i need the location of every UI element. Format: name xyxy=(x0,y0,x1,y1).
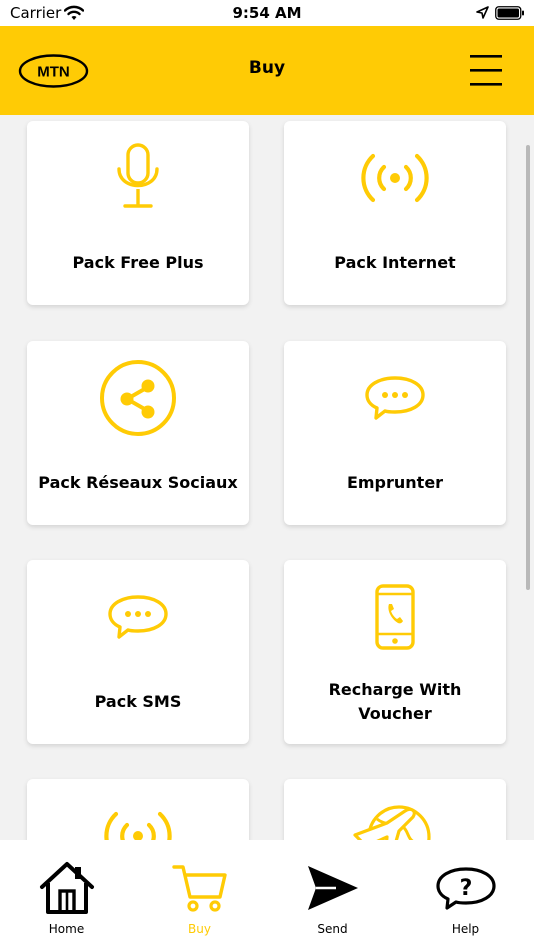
buy-options-grid[interactable]: Pack Free Plus Pack Internet Pack Réseau… xyxy=(0,115,534,840)
microphone-icon xyxy=(117,143,159,208)
travel-globe-icon xyxy=(353,805,431,840)
tab-label: Home xyxy=(48,922,85,936)
card-label-line-1: Recharge With xyxy=(328,680,462,699)
scrollbar[interactable] xyxy=(526,145,530,590)
tab-help[interactable]: ? Help xyxy=(399,840,532,950)
card-label: Pack Free Plus xyxy=(72,253,204,272)
card-emprunter[interactable]: Emprunter xyxy=(284,341,506,525)
tab-label: Buy xyxy=(188,922,211,936)
card-recharge-with-voucher[interactable]: Recharge With Voucher xyxy=(284,560,506,744)
broadcast-icon xyxy=(361,153,429,203)
card-label: Recharge With Voucher xyxy=(290,678,500,726)
status-bar: Carrier 9:54 AM xyxy=(0,0,534,26)
battery-icon xyxy=(495,6,524,20)
hamburger-menu-icon[interactable] xyxy=(468,52,504,88)
card-label: Pack Internet xyxy=(334,253,456,272)
card-pack-internet[interactable]: Pack Internet xyxy=(284,121,506,305)
chat-bubble-icon xyxy=(108,595,168,639)
card-pack-sms[interactable]: Pack SMS xyxy=(27,560,249,744)
card-pack-reseaux-sociaux[interactable]: Pack Réseaux Sociaux xyxy=(27,341,249,525)
page-title: Buy xyxy=(248,58,286,78)
card-label: Pack Réseaux Sociaux xyxy=(38,473,238,492)
card-label: Pack SMS xyxy=(94,692,182,711)
card-internet-partial[interactable] xyxy=(27,779,249,840)
location-arrow-icon xyxy=(476,6,489,19)
share-icon xyxy=(100,360,176,436)
tab-buy[interactable]: Buy xyxy=(133,840,266,950)
chat-bubble-icon xyxy=(365,376,425,420)
card-travel-partial[interactable] xyxy=(284,779,506,840)
card-label-line-2: Voucher xyxy=(358,704,432,723)
send-icon xyxy=(308,866,358,910)
app-header: MTN Buy xyxy=(0,26,534,115)
cart-icon xyxy=(172,865,227,912)
tab-send[interactable]: Send xyxy=(266,840,399,950)
broadcast-icon xyxy=(104,811,172,840)
svg-text:?: ? xyxy=(460,876,473,901)
home-icon xyxy=(40,862,94,914)
tab-label: Help xyxy=(451,922,480,936)
status-time: 9:54 AM xyxy=(232,4,302,22)
tab-home[interactable]: Home xyxy=(0,840,133,950)
help-icon: ? xyxy=(436,867,496,910)
tab-label: Send xyxy=(317,922,348,936)
bottom-tab-bar: Home Buy Send ? Help xyxy=(0,840,534,950)
phone-call-icon xyxy=(375,584,415,650)
card-pack-free-plus[interactable]: Pack Free Plus xyxy=(27,121,249,305)
card-label: Emprunter xyxy=(346,473,444,492)
